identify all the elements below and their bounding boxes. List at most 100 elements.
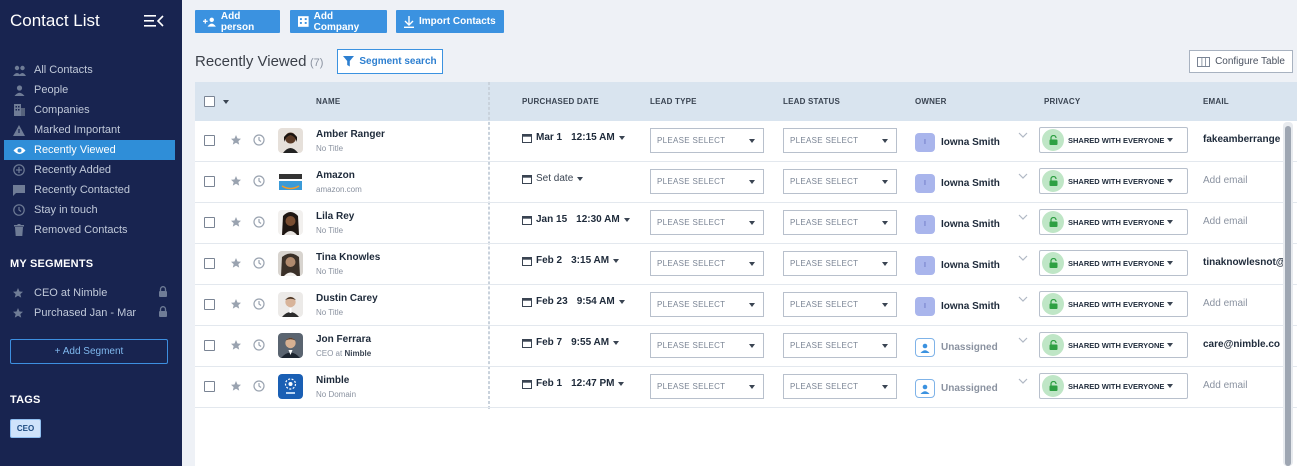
import-contacts-button[interactable]: Import Contacts bbox=[396, 10, 504, 33]
column-header-email[interactable]: EMAIL bbox=[1203, 97, 1229, 106]
segment-item[interactable]: Purchased Jan - Mar bbox=[4, 303, 168, 323]
table-row[interactable]: Lila Rey No Title Jan 15 12:30 AM PLEASE… bbox=[195, 203, 1297, 244]
column-header-name[interactable]: NAME bbox=[316, 97, 340, 106]
lead-status-select[interactable]: PLEASE SELECT bbox=[783, 333, 897, 358]
lead-type-select[interactable]: PLEASE SELECT bbox=[650, 292, 764, 317]
row-checkbox[interactable] bbox=[204, 258, 215, 269]
table-row[interactable]: Amber Ranger No Title Mar 1 12:15 AM PLE… bbox=[195, 121, 1297, 162]
select-menu-caret-icon[interactable] bbox=[223, 100, 229, 104]
contact-name[interactable]: Dustin Carey bbox=[316, 293, 378, 304]
lead-type-select[interactable]: PLEASE SELECT bbox=[650, 169, 764, 194]
clock-icon[interactable] bbox=[253, 298, 265, 310]
column-header-lead-status[interactable]: LEAD STATUS bbox=[783, 97, 840, 106]
sidebar-item-removed-contacts[interactable]: Removed Contacts bbox=[4, 220, 175, 240]
privacy-select[interactable]: SHARED WITH EVERYONE bbox=[1039, 291, 1188, 317]
star-icon[interactable] bbox=[230, 380, 242, 392]
sidebar-item-recently-viewed[interactable]: Recently Viewed bbox=[4, 140, 175, 160]
purchased-date[interactable]: Feb 2 3:15 AM bbox=[522, 255, 620, 266]
avatar[interactable] bbox=[278, 292, 303, 317]
privacy-select[interactable]: SHARED WITH EVERYONE bbox=[1039, 332, 1188, 358]
star-icon[interactable] bbox=[230, 175, 242, 187]
contact-name[interactable]: Amazon bbox=[316, 170, 355, 181]
chevron-down-icon[interactable] bbox=[1018, 255, 1028, 261]
star-icon[interactable] bbox=[230, 216, 242, 228]
row-checkbox[interactable] bbox=[204, 217, 215, 228]
sidebar-item-all-contacts[interactable]: All Contacts bbox=[4, 60, 175, 80]
avatar[interactable] bbox=[278, 128, 303, 153]
chevron-down-icon[interactable] bbox=[1018, 132, 1028, 138]
avatar[interactable] bbox=[278, 251, 303, 276]
owner-name[interactable]: Unassigned bbox=[941, 383, 998, 394]
table-row[interactable]: Jon Ferrara CEO at Nimble Feb 7 9:55 AM … bbox=[195, 326, 1297, 367]
lead-type-select[interactable]: PLEASE SELECT bbox=[650, 210, 764, 235]
table-row[interactable]: Amazon amazon.com Set date PLEASE SELECT… bbox=[195, 162, 1297, 203]
table-row[interactable]: Nimble No Domain Feb 1 12:47 PM PLEASE S… bbox=[195, 367, 1297, 408]
company-name[interactable]: Nimble bbox=[344, 349, 371, 358]
chevron-down-icon[interactable] bbox=[1018, 214, 1028, 220]
owner-name[interactable]: Iowna Smith bbox=[941, 301, 1000, 312]
table-row[interactable]: Dustin Carey No Title Feb 23 9:54 AM PLE… bbox=[195, 285, 1297, 326]
lead-status-select[interactable]: PLEASE SELECT bbox=[783, 210, 897, 235]
select-all-checkbox[interactable] bbox=[204, 96, 215, 107]
contact-name[interactable]: Tina Knowles bbox=[316, 252, 380, 263]
contact-name[interactable]: Amber Ranger bbox=[316, 129, 385, 140]
lead-status-select[interactable]: PLEASE SELECT bbox=[783, 292, 897, 317]
lead-type-select[interactable]: PLEASE SELECT bbox=[650, 251, 764, 276]
clock-icon[interactable] bbox=[253, 216, 265, 228]
row-checkbox[interactable] bbox=[204, 135, 215, 146]
privacy-select[interactable]: SHARED WITH EVERYONE bbox=[1039, 168, 1188, 194]
sidebar-item-marked-important[interactable]: Marked Important bbox=[4, 120, 175, 140]
purchased-date[interactable]: Set date bbox=[522, 173, 584, 184]
chevron-down-icon[interactable] bbox=[1018, 173, 1028, 179]
owner-name[interactable]: Iowna Smith bbox=[941, 260, 1000, 271]
star-icon[interactable] bbox=[230, 339, 242, 351]
table-row[interactable]: Tina Knowles No Title Feb 2 3:15 AM PLEA… bbox=[195, 244, 1297, 285]
sidebar-item-stay-in-touch[interactable]: Stay in touch bbox=[4, 200, 175, 220]
avatar[interactable] bbox=[278, 210, 303, 235]
column-header-privacy[interactable]: PRIVACY bbox=[1044, 97, 1080, 106]
clock-icon[interactable] bbox=[253, 134, 265, 146]
owner-name[interactable]: Unassigned bbox=[941, 342, 998, 353]
company-logo[interactable] bbox=[278, 169, 303, 194]
column-header-owner[interactable]: OWNER bbox=[915, 97, 947, 106]
column-header-lead-type[interactable]: LEAD TYPE bbox=[650, 97, 697, 106]
clock-icon[interactable] bbox=[253, 380, 265, 392]
collapse-sidebar-icon[interactable] bbox=[144, 14, 164, 28]
lead-type-select[interactable]: PLEASE SELECT bbox=[650, 333, 764, 358]
chevron-down-icon[interactable] bbox=[1018, 378, 1028, 384]
add-person-button[interactable]: Add person bbox=[195, 10, 280, 33]
clock-icon[interactable] bbox=[253, 339, 265, 351]
vertical-scrollbar-thumb[interactable] bbox=[1285, 126, 1291, 466]
owner-name[interactable]: Iowna Smith bbox=[941, 219, 1000, 230]
purchased-date[interactable]: Feb 23 9:54 AM bbox=[522, 296, 625, 307]
chevron-down-icon[interactable] bbox=[1018, 337, 1028, 343]
row-checkbox[interactable] bbox=[204, 176, 215, 187]
clock-icon[interactable] bbox=[253, 257, 265, 269]
segment-item[interactable]: CEO at Nimble bbox=[4, 283, 168, 303]
purchased-date[interactable]: Jan 15 12:30 AM bbox=[522, 214, 630, 225]
lead-status-select[interactable]: PLEASE SELECT bbox=[783, 128, 897, 153]
contact-name[interactable]: Jon Ferrara bbox=[316, 334, 371, 345]
row-checkbox[interactable] bbox=[204, 381, 215, 392]
avatar[interactable] bbox=[278, 333, 303, 358]
owner-name[interactable]: Iowna Smith bbox=[941, 178, 1000, 189]
lead-type-select[interactable]: PLEASE SELECT bbox=[650, 374, 764, 399]
chevron-down-icon[interactable] bbox=[1018, 296, 1028, 302]
privacy-select[interactable]: SHARED WITH EVERYONE bbox=[1039, 127, 1188, 153]
lead-status-select[interactable]: PLEASE SELECT bbox=[783, 251, 897, 276]
privacy-select[interactable]: SHARED WITH EVERYONE bbox=[1039, 373, 1188, 399]
lead-status-select[interactable]: PLEASE SELECT bbox=[783, 374, 897, 399]
clock-icon[interactable] bbox=[253, 175, 265, 187]
privacy-select[interactable]: SHARED WITH EVERYONE bbox=[1039, 209, 1188, 235]
star-icon[interactable] bbox=[230, 134, 242, 146]
contact-name[interactable]: Nimble bbox=[316, 375, 349, 386]
purchased-date[interactable]: Feb 1 12:47 PM bbox=[522, 378, 625, 389]
add-segment-button[interactable]: + Add Segment bbox=[10, 339, 168, 364]
segment-search-button[interactable]: Segment search bbox=[337, 49, 443, 74]
column-header-purchased-date[interactable]: PURCHASED DATE bbox=[522, 97, 599, 106]
privacy-select[interactable]: SHARED WITH EVERYONE bbox=[1039, 250, 1188, 276]
star-icon[interactable] bbox=[230, 257, 242, 269]
sidebar-item-companies[interactable]: Companies bbox=[4, 100, 175, 120]
add-company-button[interactable]: Add Company bbox=[290, 10, 387, 33]
configure-table-button[interactable]: Configure Table bbox=[1189, 50, 1293, 73]
